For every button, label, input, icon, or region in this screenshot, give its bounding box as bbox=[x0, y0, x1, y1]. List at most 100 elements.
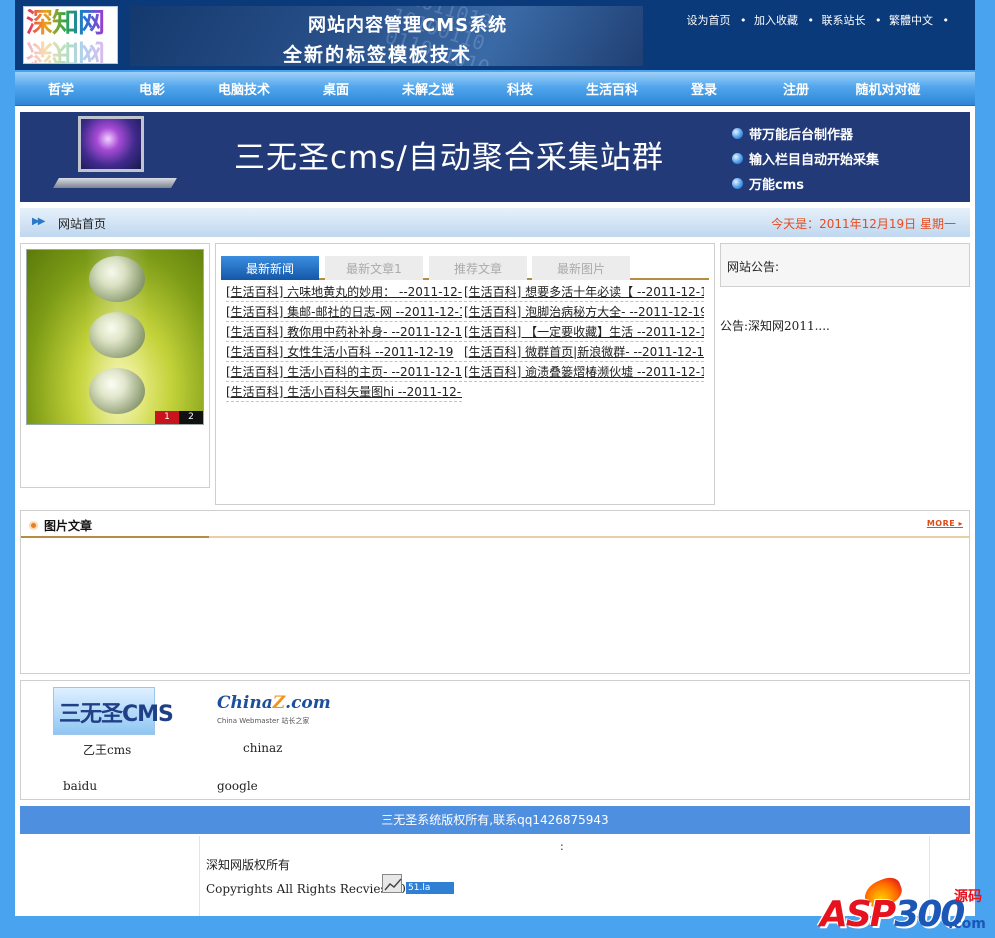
separator-dot: • bbox=[807, 14, 815, 27]
header-banner: 01011010 10100110 0110 1010 网站内容管理CMS系统 全新… bbox=[130, 6, 643, 66]
nav-item-life[interactable]: 生活百科 bbox=[572, 79, 652, 98]
header-accent-bar bbox=[21, 536, 209, 538]
news-item[interactable]: [生活百科] 微群首页|新浪微群- --2011-12-19 bbox=[464, 344, 704, 362]
tab-latest-news[interactable]: 最新新闻 bbox=[221, 256, 319, 280]
nav-item-philosophy[interactable]: 哲学 bbox=[21, 79, 101, 98]
link-caption-baidu[interactable]: baidu bbox=[63, 779, 97, 793]
asp300-dotcom: .com bbox=[948, 916, 986, 932]
news-item[interactable]: [生活百科] 女性生活小百科 --2011-12-19 bbox=[226, 344, 462, 362]
separator-dot: • bbox=[942, 14, 950, 27]
chinaz-logo-text: ChinaZ.com bbox=[217, 693, 331, 713]
footer-copyright-bar: 三无圣系统版权所有,联系qq1426875943 bbox=[20, 806, 970, 834]
add-favorite-link[interactable]: 加入收藏 bbox=[754, 14, 798, 27]
news-item[interactable]: [生活百科] 逾渍叠篓熠椿濒伙墟 --2011-12-19 bbox=[464, 364, 704, 382]
news-item[interactable]: [生活百科] 泡脚治病秘方大全- --2011-12-19 bbox=[464, 304, 704, 322]
picture-articles-box: 图片文章 MORE ▸ bbox=[20, 510, 970, 674]
link-caption-cms[interactable]: 乙王cms bbox=[83, 741, 131, 758]
top-links: 设为首页 • 加入收藏 • 联系站长 • 繁體中文 • bbox=[683, 12, 950, 28]
footer-left-column bbox=[20, 836, 200, 916]
laptop-illustration bbox=[53, 116, 177, 196]
nav-item-computer[interactable]: 电脑技术 bbox=[204, 79, 284, 98]
notice-header: 网站公告: bbox=[720, 243, 970, 287]
nav-item-register[interactable]: 注册 bbox=[756, 79, 836, 98]
promo-bullet-text: 带万能后台制作器 bbox=[749, 128, 854, 143]
news-item[interactable]: [生活百科] 生活小百科的主页- --2011-12-19 bbox=[226, 364, 462, 382]
nav-item-mysteries[interactable]: 未解之谜 bbox=[388, 79, 468, 98]
promo-bullet: 输入栏目自动开始采集 bbox=[732, 146, 879, 171]
set-homepage-link[interactable]: 设为首页 bbox=[687, 14, 731, 27]
footer-rights-text: 深知网版权所有 bbox=[206, 858, 291, 872]
asp300-brand: ASP300 bbox=[820, 894, 965, 935]
news-item[interactable]: [生活百科] 【一定要收藏】生活 --2011-12-19 bbox=[464, 324, 704, 342]
promo-bullet: 万能cms bbox=[732, 171, 879, 196]
blue-bullet-icon bbox=[732, 178, 743, 189]
link-caption-google[interactable]: google bbox=[217, 779, 258, 793]
slider-page-1[interactable]: 1 bbox=[155, 411, 179, 424]
promo-banner-bullets: 带万能后台制作器 输入栏目自动开始采集 万能cms bbox=[732, 121, 879, 196]
tab-latest-articles[interactable]: 最新文章1 bbox=[325, 256, 423, 280]
friend-links-box: 三无圣CMS ChinaZ.com China Webmaster 站长之家 乙… bbox=[20, 680, 970, 800]
header-banner-line1: 网站内容管理CMS系统 bbox=[308, 15, 508, 36]
stats-chart-icon[interactable] bbox=[382, 874, 402, 893]
chinaz-logo-com: .com bbox=[285, 693, 331, 713]
promo-banner[interactable]: 三无圣cms/自动聚合采集站群 带万能后台制作器 输入栏目自动开始采集 万能cm… bbox=[20, 112, 970, 202]
traditional-chinese-link[interactable]: 繁體中文 bbox=[889, 14, 933, 27]
promo-banner-title: 三无圣cms/自动聚合采集站群 bbox=[234, 140, 664, 176]
image-slider[interactable]: 1 2 bbox=[26, 249, 204, 425]
laptop-screen bbox=[78, 116, 144, 172]
slider-page-2[interactable]: 2 bbox=[179, 411, 203, 424]
header-banner-line2: 全新的标签模板技术 bbox=[283, 44, 473, 66]
notice-text[interactable]: 公告:深知网2011.... bbox=[720, 317, 830, 334]
tab-latest-images[interactable]: 最新图片 bbox=[532, 256, 630, 280]
nav-item-movies[interactable]: 电影 bbox=[112, 79, 192, 98]
separator-dot: • bbox=[875, 14, 882, 27]
left-column: 1 2 bbox=[20, 243, 210, 488]
news-item[interactable]: [生活百科] 教你用中药补补身- --2011-12-19 bbox=[226, 324, 462, 342]
asp300-brand-asp: ASP bbox=[820, 894, 896, 935]
chinaz-logo-main: China bbox=[217, 693, 273, 713]
news-item[interactable]: [生活百科] 生活小百科矢量图hi --2011-12-19 bbox=[226, 384, 462, 402]
slider-pager: 1 2 bbox=[155, 411, 203, 424]
asp300-yuanma: 源码 bbox=[954, 889, 982, 905]
nav-item-random[interactable]: 随机对对碰 bbox=[848, 79, 928, 98]
main-container: 三无圣cms/自动聚合采集站群 带万能后台制作器 输入栏目自动开始采集 万能cm… bbox=[15, 106, 975, 916]
promo-bullet-text: 输入栏目自动开始采集 bbox=[749, 153, 880, 168]
notice-title: 网站公告: bbox=[727, 260, 780, 274]
globe-image bbox=[89, 312, 145, 358]
news-item[interactable]: [生活百科] 六味地黄丸的妙用： --2011-12-19 bbox=[226, 284, 462, 302]
news-item[interactable]: [生活百科] 集邮-邮社的日志-网 --2011-12-19 bbox=[226, 304, 462, 322]
header: 深知网 深知网 01011010 10100110 0110 1010 网站内容管理… bbox=[15, 0, 975, 70]
sanwusheng-logo-text: 三无圣CMS bbox=[59, 702, 174, 727]
double-arrow-icon: ▶▶ bbox=[32, 216, 45, 227]
blue-bullet-icon bbox=[732, 128, 743, 139]
news-item[interactable]: [生活百科] 想要多活十年必读【 --2011-12-19 bbox=[464, 284, 704, 302]
orange-circle-icon bbox=[29, 521, 38, 530]
chinaz-logo-subtitle: China Webmaster 站长之家 bbox=[217, 717, 310, 725]
separator-dot: • bbox=[740, 14, 747, 27]
breadcrumb-home-link[interactable]: 网站首页 bbox=[58, 215, 106, 232]
nav-item-desktop[interactable]: 桌面 bbox=[296, 79, 376, 98]
picture-articles-title: 图片文章 bbox=[44, 519, 93, 533]
news-panel: 最新新闻 最新文章1 推荐文章 最新图片 [生活百科] 六味地黄丸的妙用： --… bbox=[215, 243, 715, 505]
blue-bullet-icon bbox=[732, 153, 743, 164]
tab-recommended[interactable]: 推荐文章 bbox=[429, 256, 527, 280]
nav-item-login[interactable]: 登录 bbox=[664, 79, 744, 98]
breadcrumb: ▶▶ 网站首页 今天是：2011年12月19日 星期一 bbox=[20, 208, 970, 237]
sanwusheng-cms-logo[interactable]: 三无圣CMS bbox=[53, 687, 174, 735]
nav-item-technology[interactable]: 科技 bbox=[480, 79, 560, 98]
asp300-watermark: ASP300 源码 .com bbox=[820, 874, 995, 938]
notice-body: 公告:深知网2011.... bbox=[720, 295, 970, 490]
link-caption-chinaz[interactable]: chinaz bbox=[243, 741, 283, 755]
main-nav: 哲学 电影 电脑技术 桌面 未解之谜 科技 生活百科 登录 注册 随机对对碰 bbox=[15, 72, 975, 106]
site-logo[interactable]: 深知网 深知网 bbox=[23, 6, 118, 64]
more-link[interactable]: MORE ▸ bbox=[927, 519, 963, 528]
chinaz-logo[interactable]: ChinaZ.com China Webmaster 站长之家 bbox=[217, 693, 331, 733]
logo-reflection: 深知网 bbox=[26, 37, 104, 63]
logo-text: 深知网 bbox=[26, 8, 105, 39]
laptop-base bbox=[53, 178, 177, 188]
footer-colon: : bbox=[560, 840, 564, 853]
news-tabs: 最新新闻 最新文章1 推荐文章 最新图片 bbox=[221, 256, 709, 280]
contact-admin-link[interactable]: 联系站长 bbox=[822, 14, 866, 27]
today-date: 今天是：2011年12月19日 星期一 bbox=[771, 217, 956, 231]
51la-counter-badge[interactable]: 51.la bbox=[406, 882, 454, 894]
